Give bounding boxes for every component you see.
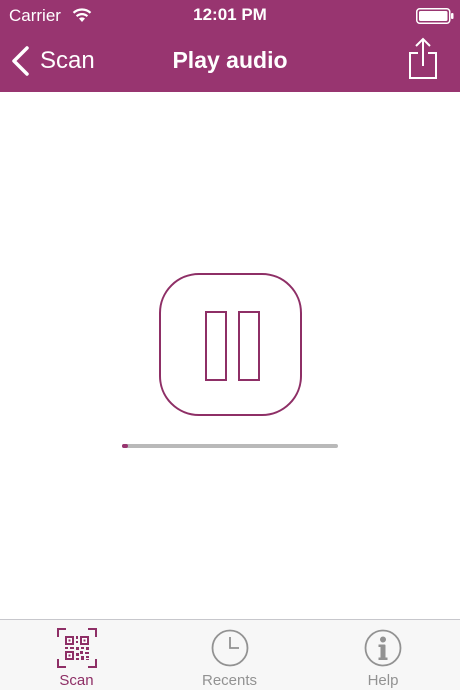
qr-code-icon: [56, 628, 97, 668]
battery-icon: [416, 8, 454, 24]
status-time: 12:01 PM: [193, 5, 267, 24]
tab-scan[interactable]: Scan: [0, 620, 153, 690]
page-title: Play audio: [172, 47, 288, 73]
playback-progress-bar[interactable]: [122, 444, 338, 448]
tab-help-label: Help: [367, 672, 399, 689]
clock-icon: [211, 629, 248, 667]
pause-button[interactable]: [159, 273, 302, 416]
tab-scan-label: Scan: [59, 672, 94, 689]
info-icon: [364, 629, 402, 667]
navigation-bar: Scan Play audio: [0, 30, 460, 92]
status-bar: Carrier 12:01 PM: [0, 0, 460, 30]
playback-progress-fill: [122, 444, 129, 448]
tab-help[interactable]: Help: [306, 620, 460, 690]
tab-bar: Scan Recents Help: [0, 619, 460, 690]
tab-recents[interactable]: Recents: [153, 620, 306, 690]
pause-icon-left-bar: [205, 311, 227, 381]
share-icon[interactable]: [406, 36, 440, 80]
app-header: Carrier 12:01 PM Scan Play audio: [0, 0, 460, 92]
tab-recents-label: Recents: [201, 672, 258, 689]
pause-icon-right-bar: [238, 311, 260, 381]
